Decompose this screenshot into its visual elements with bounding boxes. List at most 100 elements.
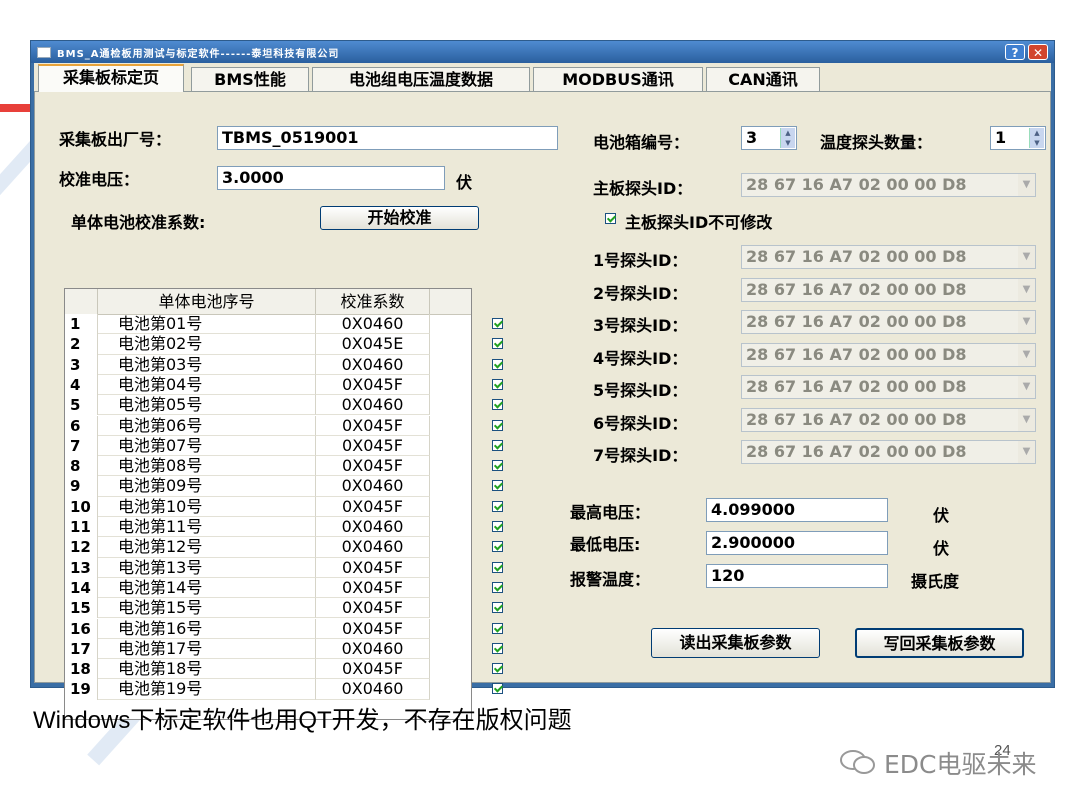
row-checkbox[interactable]: [492, 561, 503, 573]
probe-id-combo[interactable]: 28 67 16 A7 02 00 00 D8 ▼: [741, 407, 1036, 432]
row-checkbox[interactable]: [492, 460, 503, 472]
row-checkbox[interactable]: [492, 541, 503, 553]
serial-input[interactable]: TBMS_0519001: [217, 126, 558, 150]
coefficient-cell[interactable]: 0X0460: [316, 314, 430, 335]
battery-name-cell[interactable]: 电池第02号: [98, 334, 316, 355]
battery-name-cell[interactable]: 电池第04号: [98, 374, 316, 396]
coefficient-cell[interactable]: 0X045F: [316, 496, 430, 517]
spin-up-icon[interactable]: ▲: [781, 128, 795, 138]
table-row[interactable]: 14 电池第14号 0X045F: [65, 577, 471, 599]
coefficient-cell[interactable]: 0X045F: [316, 659, 430, 680]
battery-name-cell[interactable]: 电池第10号: [98, 496, 316, 517]
row-checkbox[interactable]: [492, 358, 503, 370]
chevron-down-icon[interactable]: ▼: [1018, 246, 1035, 268]
probe-id-combo[interactable]: 28 67 16 A7 02 00 00 D8 ▼: [741, 342, 1036, 367]
read-params-button[interactable]: 读出采集板参数: [651, 628, 820, 658]
table-row[interactable]: 9 电池第09号 0X0460: [65, 476, 471, 497]
battery-name-cell[interactable]: 电池第03号: [98, 354, 316, 375]
table-row[interactable]: 4 电池第04号 0X045F: [65, 374, 471, 396]
row-checkbox[interactable]: [492, 338, 503, 350]
coefficient-cell[interactable]: 0X045F: [316, 374, 430, 396]
coefficient-cell[interactable]: 0X045F: [316, 618, 430, 639]
table-row[interactable]: 17 电池第17号 0X0460: [65, 638, 471, 660]
table-row[interactable]: 3 电池第03号 0X0460: [65, 354, 471, 375]
row-checkbox[interactable]: [492, 378, 503, 390]
row-checkbox[interactable]: [492, 500, 503, 512]
probe-count-spinbox[interactable]: 1 ▲ ▼: [990, 126, 1046, 150]
calibration-voltage-input[interactable]: 3.0000: [217, 166, 445, 190]
battery-name-cell[interactable]: 电池第12号: [98, 537, 316, 558]
coefficient-cell[interactable]: 0X0460: [316, 517, 430, 538]
spin-down-icon[interactable]: ▼: [781, 138, 795, 148]
chevron-down-icon[interactable]: ▼: [1018, 441, 1035, 463]
chevron-down-icon[interactable]: ▼: [1018, 278, 1035, 301]
help-button[interactable]: ?: [1005, 44, 1025, 60]
header-cell-coefficient[interactable]: 校准系数: [316, 289, 430, 314]
battery-name-cell[interactable]: 电池第08号: [98, 456, 316, 477]
battery-name-cell[interactable]: 电池第13号: [98, 557, 316, 578]
probe-id-combo[interactable]: 28 67 16 A7 02 00 00 D8 ▼: [741, 310, 1036, 334]
battery-name-cell[interactable]: 电池第01号: [98, 314, 316, 335]
header-cell-number[interactable]: 单体电池序号: [98, 289, 316, 314]
lock-probe-checkbox[interactable]: [605, 213, 616, 224]
table-row[interactable]: 15 电池第15号 0X045F: [65, 598, 471, 619]
table-row[interactable]: 7 电池第07号 0X045F: [65, 435, 471, 457]
coefficient-cell[interactable]: 0X0460: [316, 354, 430, 375]
spin-up-icon[interactable]: ▲: [1030, 128, 1044, 138]
chevron-down-icon[interactable]: ▼: [1018, 311, 1035, 333]
probe-id-combo[interactable]: 28 67 16 A7 02 00 00 D8 ▼: [741, 375, 1036, 399]
battery-name-cell[interactable]: 电池第07号: [98, 435, 316, 457]
row-checkbox[interactable]: [492, 602, 503, 614]
battery-name-cell[interactable]: 电池第11号: [98, 517, 316, 538]
main-probe-combo[interactable]: 28 67 16 A7 02 00 00 D8 ▼: [741, 173, 1036, 197]
battery-name-cell[interactable]: 电池第06号: [98, 415, 316, 436]
row-checkbox[interactable]: [492, 419, 503, 431]
spin-down-icon[interactable]: ▼: [1030, 138, 1044, 148]
table-row[interactable]: 2 电池第02号 0X045E: [65, 334, 471, 355]
table-row[interactable]: 1 电池第01号 0X0460: [65, 314, 471, 335]
table-row[interactable]: 10 电池第10号 0X045F: [65, 496, 471, 517]
battery-name-cell[interactable]: 电池第05号: [98, 395, 316, 416]
tab-modbus[interactable]: MODBUS通讯: [533, 67, 703, 91]
start-calibration-button[interactable]: 开始校准: [320, 206, 479, 230]
write-params-button[interactable]: 写回采集板参数: [855, 628, 1024, 658]
battery-name-cell[interactable]: 电池第18号: [98, 659, 316, 680]
battery-name-cell[interactable]: 电池第17号: [98, 638, 316, 660]
row-checkbox[interactable]: [492, 318, 503, 329]
tab-battery-data[interactable]: 电池组电压温度数据: [312, 67, 530, 91]
table-row[interactable]: 6 电池第06号 0X045F: [65, 415, 471, 436]
row-checkbox[interactable]: [492, 642, 503, 654]
battery-name-cell[interactable]: 电池第09号: [98, 476, 316, 497]
tab-bms-performance[interactable]: BMS性能: [191, 67, 309, 91]
spin-arrows[interactable]: ▲ ▼: [1029, 128, 1044, 148]
coefficient-cell[interactable]: 0X0460: [316, 537, 430, 558]
row-checkbox[interactable]: [492, 581, 503, 593]
table-row[interactable]: 13 电池第13号 0X045F: [65, 557, 471, 578]
chevron-down-icon[interactable]: ▼: [1018, 343, 1035, 366]
coefficient-cell[interactable]: 0X0460: [316, 395, 430, 416]
row-checkbox[interactable]: [492, 622, 503, 634]
coefficient-cell[interactable]: 0X0460: [316, 679, 430, 700]
probe-id-combo[interactable]: 28 67 16 A7 02 00 00 D8 ▼: [741, 440, 1036, 464]
tab-calibration[interactable]: 采集板标定页: [38, 64, 184, 92]
table-row[interactable]: 16 电池第16号 0X045F: [65, 618, 471, 639]
coefficient-cell[interactable]: 0X045F: [316, 435, 430, 457]
coefficient-cell[interactable]: 0X045F: [316, 598, 430, 619]
tab-can[interactable]: CAN通讯: [706, 67, 820, 91]
table-row[interactable]: 12 电池第12号 0X0460: [65, 537, 471, 558]
coefficient-cell[interactable]: 0X045E: [316, 334, 430, 355]
title-bar[interactable]: BMS_A通检板用测试与标定软件------泰坦科技有限公司 ? ✕: [31, 41, 1054, 63]
probe-id-combo[interactable]: 28 67 16 A7 02 00 00 D8 ▼: [741, 245, 1036, 269]
battery-name-cell[interactable]: 电池第14号: [98, 577, 316, 599]
min-voltage-input[interactable]: 2.900000: [706, 531, 888, 555]
max-voltage-input[interactable]: 4.099000: [706, 498, 888, 522]
table-row[interactable]: 18 电池第18号 0X045F: [65, 659, 471, 680]
coefficient-cell[interactable]: 0X0460: [316, 476, 430, 497]
coefficient-cell[interactable]: 0X0460: [316, 638, 430, 660]
coefficient-cell[interactable]: 0X045F: [316, 415, 430, 436]
battery-name-cell[interactable]: 电池第19号: [98, 679, 316, 700]
table-row[interactable]: 19 电池第19号 0X0460: [65, 679, 471, 700]
coefficient-cell[interactable]: 0X045F: [316, 577, 430, 599]
probe-id-combo[interactable]: 28 67 16 A7 02 00 00 D8 ▼: [741, 277, 1036, 302]
chevron-down-icon[interactable]: ▼: [1018, 174, 1035, 196]
